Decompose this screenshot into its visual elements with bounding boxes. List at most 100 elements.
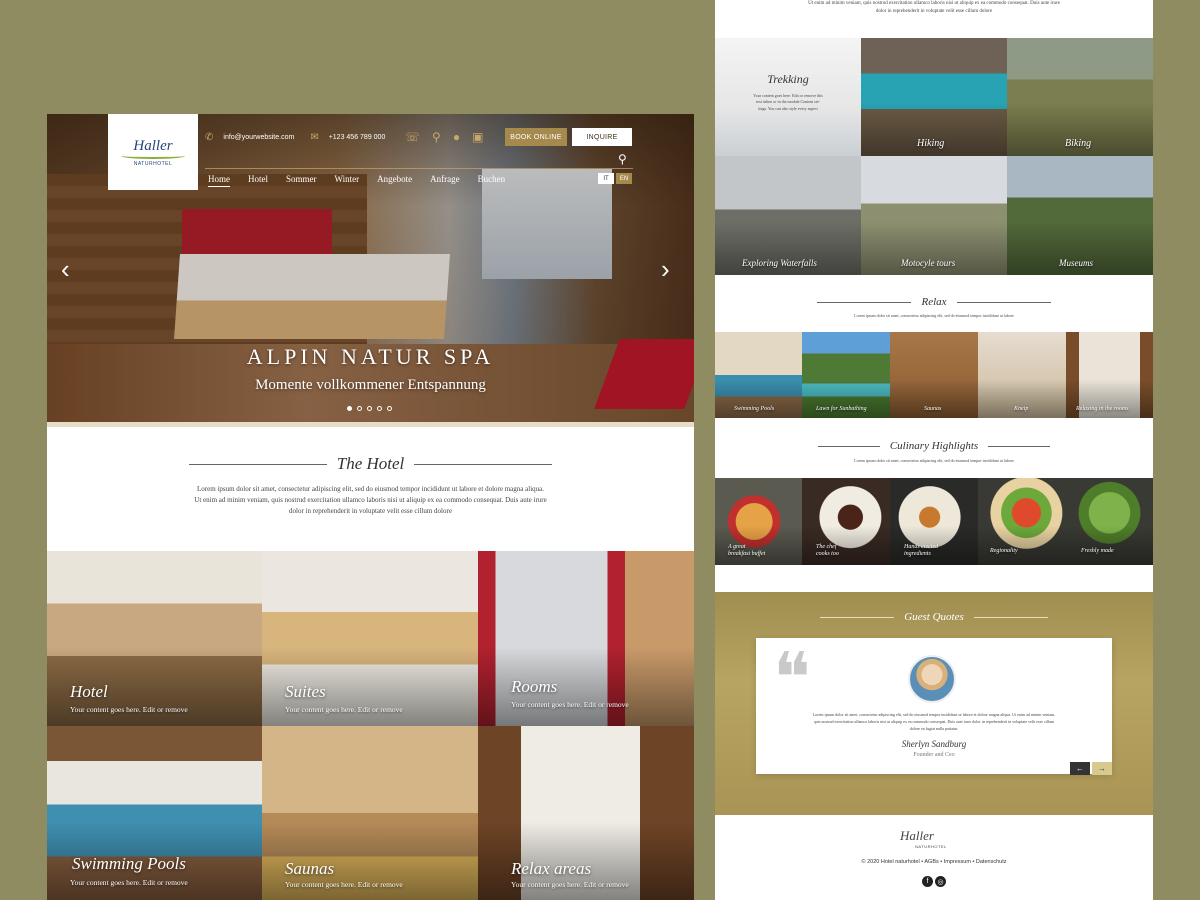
- nav-angebote[interactable]: Angebote: [377, 174, 412, 187]
- relax-kneip[interactable]: Kneip: [978, 332, 1066, 418]
- slider-dots: [347, 406, 392, 411]
- culinary-text: Lorem ipsum dolor sit amet, consectetur …: [854, 458, 1014, 463]
- map-pin-icon[interactable]: ⚲: [432, 130, 441, 145]
- slider-next-icon[interactable]: ›: [661, 254, 670, 285]
- footer-legal[interactable]: © 2020 Hotel naturhotel • AGBs • Impress…: [715, 859, 1153, 865]
- tile-rooms[interactable]: Rooms Your content goes here. Edit or re…: [478, 551, 694, 726]
- slider-dot[interactable]: [377, 406, 382, 411]
- card-motocycle[interactable]: Motocyle tours: [861, 156, 1007, 275]
- tile-text: Your content goes here. Edit or remove: [511, 880, 629, 889]
- gift-icon[interactable]: ▣: [472, 130, 483, 145]
- card-museums[interactable]: Museums: [1007, 156, 1153, 275]
- tile-title: Hotel: [70, 682, 108, 701]
- text-line: Ut enim ad minim veniam, quis nostrud ex…: [808, 1, 1060, 6]
- relax-saunas[interactable]: Saunas: [890, 332, 978, 418]
- relax-pools[interactable]: Swimming Pools: [715, 332, 802, 418]
- nav-buchen[interactable]: Buchen: [478, 174, 506, 187]
- homepage-right: Ut enim ad minim veniam, quis nostrud ex…: [715, 0, 1153, 900]
- card-title: Museums: [1059, 258, 1093, 268]
- footer-logo[interactable]: Haller: [900, 828, 934, 844]
- heading-rule: [988, 445, 1051, 447]
- book-online-button[interactable]: BOOK ONLINE: [505, 128, 567, 146]
- tile-saunas[interactable]: Saunas Your content goes here. Edit or r…: [262, 726, 478, 900]
- card-text: Your content goes here. Edit or remove t…: [740, 93, 836, 112]
- slider-prev-icon[interactable]: ‹: [61, 254, 70, 285]
- culinary-regionality[interactable]: Regionality: [978, 478, 1066, 565]
- heading-rule: [973, 616, 1048, 618]
- lang-it[interactable]: IT: [598, 173, 614, 184]
- slider-dot[interactable]: [347, 406, 352, 411]
- slider-dot[interactable]: [387, 406, 392, 411]
- tile-relax-areas[interactable]: Relax areas Your content goes here. Edit…: [478, 726, 694, 900]
- culinary-chef[interactable]: The chef cooks too: [802, 478, 890, 565]
- inquire-button[interactable]: INQUIRE: [572, 128, 632, 146]
- whatsapp-icon[interactable]: ☏: [405, 130, 420, 145]
- lang-en[interactable]: EN: [616, 173, 632, 184]
- mail-icon: ✉: [310, 132, 319, 143]
- hotel-section-title: The Hotel: [336, 454, 405, 473]
- card-title: The chef cooks too: [816, 544, 839, 558]
- slider-dot[interactable]: [357, 406, 362, 411]
- card-title: Saunas: [924, 406, 942, 412]
- logo-swoosh-icon: [121, 153, 185, 159]
- tile-text: Your content goes here. Edit or remove: [285, 880, 403, 889]
- card-title: Biking: [1065, 138, 1092, 149]
- tile-swimming-pools[interactable]: Swimming Pools Your content goes here. E…: [47, 726, 262, 900]
- tile-text: Your content goes here. Edit or remove: [511, 700, 629, 709]
- text-line: Ut enim ad minim veniam, quis nostrud ex…: [194, 495, 547, 504]
- tile-hotel[interactable]: Hotel Your content goes here. Edit or re…: [47, 551, 262, 726]
- card-title: Lawn for Sunbathing: [816, 406, 867, 412]
- culinary-title: Culinary Highlights: [889, 440, 979, 452]
- card-title: Freshly made: [1081, 548, 1114, 554]
- heading-rule: [817, 301, 912, 303]
- email-link[interactable]: info@yourwebsite.com: [223, 134, 294, 141]
- search-icon[interactable]: ⚲: [618, 152, 627, 167]
- heading-rule: [817, 445, 880, 447]
- quote-author: Sherlyn Sandburg: [901, 739, 967, 749]
- nav-divider: [205, 168, 633, 169]
- culinary-ingredients[interactable]: Hands elected ingredients: [890, 478, 978, 565]
- tile-suites[interactable]: Suites Your content goes here. Edit or r…: [262, 551, 478, 726]
- culinary-breakfast[interactable]: A great breakfast buffet: [715, 478, 802, 565]
- culinary-freshly-made[interactable]: Freshly made: [1066, 478, 1153, 565]
- logo-text: Haller: [133, 137, 173, 154]
- relax-heading: Relax: [715, 296, 1153, 308]
- logo[interactable]: Haller NATURHOTEL: [108, 114, 198, 190]
- heading-rule: [188, 463, 327, 465]
- nav-anfrage[interactable]: Anfrage: [430, 174, 459, 187]
- slider-dot[interactable]: [367, 406, 372, 411]
- quotes-title: Guest Quotes: [904, 611, 964, 623]
- quotes-heading: Guest Quotes: [715, 611, 1153, 623]
- card-hiking[interactable]: Hiking: [861, 38, 1007, 156]
- tile-title: Rooms: [511, 677, 558, 696]
- quote-next-button[interactable]: →: [1092, 762, 1112, 775]
- hero-title: ALPIN NATUR SPA: [246, 344, 495, 369]
- nav-sommer[interactable]: Sommer: [286, 174, 317, 187]
- tile-text: Your content goes here. Edit or remove: [285, 705, 403, 714]
- facebook-icon[interactable]: f: [922, 876, 933, 887]
- quote-prev-button[interactable]: ←: [1070, 762, 1090, 775]
- hero-slider: Haller NATURHOTEL ✆ info@yourwebsite.com…: [47, 114, 694, 422]
- chat-icon[interactable]: ●: [453, 130, 460, 145]
- culinary-heading: Culinary Highlights: [715, 440, 1153, 452]
- header-icons: ☏ ⚲ ● ▣: [405, 130, 483, 145]
- nav-hotel[interactable]: Hotel: [248, 174, 268, 187]
- card-trekking[interactable]: Trekking Your content goes here. Edit or…: [715, 38, 861, 156]
- quote-text: Lorem ipsum dolor sit amet, consectetur …: [775, 712, 1093, 732]
- nav-winter[interactable]: Winter: [335, 174, 360, 187]
- card-title: Regionality: [990, 548, 1018, 554]
- card-title: Motocyle tours: [901, 258, 956, 268]
- card-title: Trekking: [767, 72, 809, 86]
- card-biking[interactable]: Biking: [1007, 38, 1153, 156]
- relax-title: Relax: [921, 296, 947, 308]
- tile-text: Your content goes here. Edit or remove: [70, 878, 188, 887]
- card-waterfalls[interactable]: Exploring Waterfalls: [715, 156, 861, 275]
- relax-rooms[interactable]: Relaxing in the rooms: [1066, 332, 1153, 418]
- relax-lawn[interactable]: Lawn for Sunbathing: [802, 332, 890, 418]
- phone-link[interactable]: +123 456 789 000: [329, 134, 386, 141]
- heading-rule: [820, 616, 895, 618]
- text-line: Lorem ipsum dolor sit amet, consectetur …: [197, 485, 544, 493]
- nav-home[interactable]: Home: [208, 174, 230, 187]
- text-line: dolor in reprehenderit in voluptate veli…: [289, 506, 452, 515]
- instagram-icon[interactable]: ◎: [935, 876, 946, 887]
